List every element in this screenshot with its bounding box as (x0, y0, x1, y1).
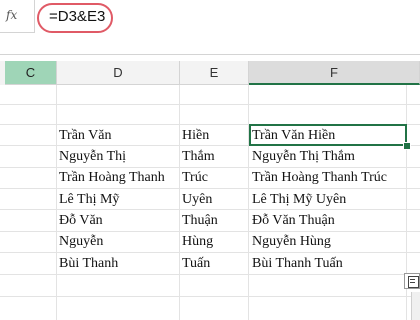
insert-function-button[interactable]: fx (0, 0, 35, 33)
icon-line (410, 282, 415, 283)
fill-handle[interactable] (403, 142, 411, 150)
cell-e[interactable]: Thuận (182, 210, 218, 231)
cell-d[interactable]: Bùi Thanh (59, 253, 118, 274)
column-header-f[interactable]: F (249, 61, 420, 85)
gridline (0, 296, 420, 297)
cell-e[interactable]: Hiền (182, 125, 209, 146)
icon-line (410, 279, 415, 280)
column-header-c[interactable]: C (5, 61, 57, 85)
cell-e[interactable]: Uyên (182, 189, 212, 210)
cell-e[interactable]: Thắm (182, 146, 215, 167)
fx-icon: fx (6, 8, 18, 22)
gridline (56, 85, 57, 320)
gridline (248, 85, 249, 320)
cell-f[interactable]: Nguyễn Thị Thắm (252, 146, 355, 167)
vertical-scrollbar[interactable] (411, 292, 420, 320)
cell-f[interactable]: Nguyễn Hùng (252, 231, 331, 252)
cell-f[interactable]: Lê Thị Mỹ Uyên (252, 189, 346, 210)
cell-e[interactable]: Hùng (182, 231, 213, 252)
cell-e[interactable]: Trúc (182, 167, 208, 188)
cell-f[interactable]: Trần Hoàng Thanh Trúc (252, 167, 387, 188)
paste-options-icon[interactable] (404, 273, 420, 289)
gridline (0, 104, 420, 105)
active-cell-border (249, 124, 407, 146)
cell-d[interactable]: Trần Hoàng Thanh (59, 167, 165, 188)
cell-d[interactable]: Nguyễn Thị (59, 146, 126, 167)
gridline (0, 274, 420, 275)
cell-d[interactable]: Trần Văn (59, 125, 112, 146)
cell-f[interactable]: Bùi Thanh Tuấn (252, 253, 343, 274)
cell-d[interactable]: Đỗ Văn (59, 210, 103, 231)
formula-highlight-ring (37, 3, 113, 33)
cell-d[interactable]: Nguyễn (59, 231, 103, 252)
cell-f[interactable]: Đỗ Văn Thuận (252, 210, 335, 231)
cell-d[interactable]: Lê Thị Mỹ (59, 189, 119, 210)
column-header-d[interactable]: D (57, 61, 180, 85)
cell-e[interactable]: Tuấn (182, 253, 210, 274)
formula-bar: fx =D3&E3 (0, 0, 420, 55)
column-header-e[interactable]: E (180, 61, 249, 85)
gridline (179, 85, 180, 320)
